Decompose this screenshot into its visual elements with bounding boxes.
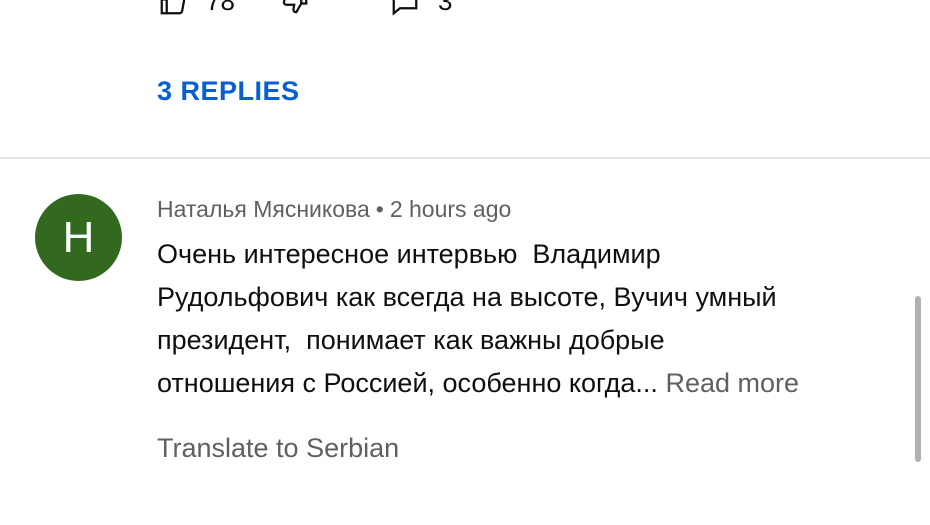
view-replies-link[interactable]: 3 REPLIES xyxy=(157,76,300,107)
reply-button[interactable]: 3 xyxy=(390,0,452,17)
avatar-letter: H xyxy=(62,212,95,262)
comment-divider xyxy=(0,157,930,159)
thumb-up-icon xyxy=(158,0,188,17)
comments-page: 78 3 3 REPLIES H Наталья Мясникова • 2 h… xyxy=(0,0,930,525)
comment-line: Рудольфович как всегда на высоте, Вучич … xyxy=(157,282,777,312)
reply-count: 3 xyxy=(438,0,453,16)
comment-author[interactable]: Наталья Мясникова xyxy=(157,196,370,222)
comment-time: 2 hours ago xyxy=(389,196,512,222)
comment-line: Очень интересное интервью Владимир xyxy=(157,239,661,269)
scrollbar[interactable] xyxy=(915,296,921,462)
comment-action-row: 78 3 xyxy=(0,0,930,16)
dislike-button[interactable] xyxy=(280,0,310,16)
like-count: 78 xyxy=(206,0,235,16)
more-options-button[interactable] xyxy=(878,0,898,10)
like-button[interactable]: 78 xyxy=(158,0,235,17)
more-vert-icon xyxy=(878,0,898,14)
meta-separator: • xyxy=(375,196,384,222)
thumb-down-icon xyxy=(280,0,310,16)
avatar[interactable]: H xyxy=(35,194,122,281)
comment-line-text: отношения с Россией, особенно когда... xyxy=(157,368,658,398)
comment-line: президент, понимает как важны добрые xyxy=(157,325,665,355)
read-more-link[interactable]: Read more xyxy=(665,368,799,398)
comment-body: Очень интересное интервью Владимир Рудол… xyxy=(157,233,897,405)
comment-line-last: отношения с Россией, особенно когда... R… xyxy=(157,362,897,405)
reply-icon xyxy=(390,0,420,17)
translate-link[interactable]: Translate to Serbian xyxy=(157,433,399,464)
comment-meta: Наталья Мясникова • 2 hours ago xyxy=(157,196,511,223)
